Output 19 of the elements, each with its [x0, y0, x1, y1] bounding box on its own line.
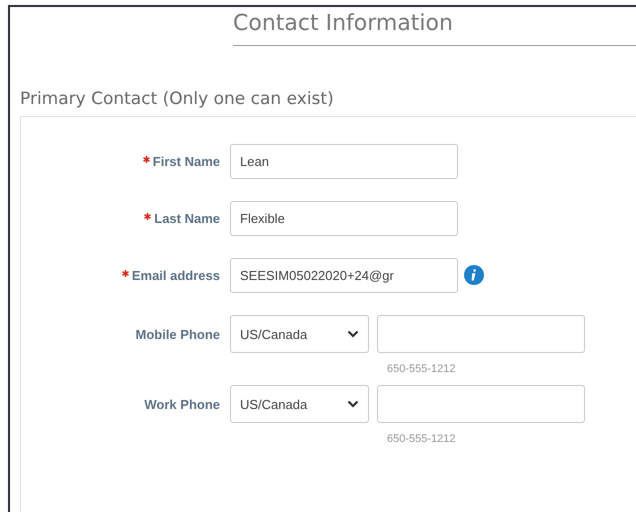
country-dropdown[interactable]: US/Canada [230, 315, 369, 353]
text-field[interactable]: Lean [230, 144, 458, 179]
field-label: First Name [152, 154, 220, 169]
field-label: Email address [132, 268, 220, 283]
text-field[interactable]: SEESIM05022020+24@gr [230, 258, 458, 293]
phone-field[interactable] [377, 315, 585, 353]
field-label: Mobile Phone [136, 326, 220, 342]
phone-field[interactable] [377, 385, 585, 423]
field-label: Work Phone [144, 396, 220, 412]
info-icon[interactable] [464, 265, 484, 285]
chevron-down-icon [347, 400, 359, 408]
section-heading: Primary Contact (Only one can exist) [20, 88, 334, 110]
country-dropdown[interactable]: US/Canada [230, 385, 369, 423]
text-field[interactable]: Flexible [230, 201, 458, 236]
page-title: Contact Information [233, 10, 453, 38]
phone-format-hint: 650-555-1212 [387, 433, 457, 445]
chevron-down-icon [347, 330, 359, 338]
field-label: Last Name [154, 211, 220, 226]
phone-format-hint: 650-555-1212 [387, 363, 457, 375]
